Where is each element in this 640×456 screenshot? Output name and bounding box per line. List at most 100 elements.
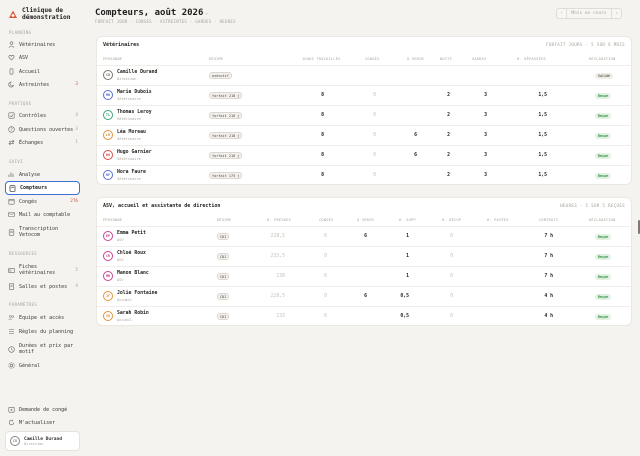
- chevron-down-icon[interactable]: ⌄: [205, 10, 208, 16]
- person-role: Vétérinaire: [117, 137, 141, 141]
- nav-count: 3: [75, 82, 78, 87]
- cell-contrats: 4 h: [544, 294, 553, 299]
- nav-demande-conge[interactable]: Demande de congé: [5, 405, 80, 414]
- column-header: JOURS TRAVAILLÉS: [302, 57, 341, 61]
- column-header: PERSONNE: [103, 57, 123, 61]
- table-row[interactable]: MB Manon Blanc ASV CDI 238 0 1 0 7 h Reçue: [97, 266, 633, 286]
- heart-icon: [8, 54, 15, 61]
- column-header: RÉGIME: [209, 57, 224, 61]
- cell-jours: 8: [321, 133, 324, 138]
- regime-pill[interactable]: CDI: [217, 293, 230, 300]
- table-row[interactable]: MD Marie Dubois Vétérinaire forfait 218 j 8 0…: [97, 85, 633, 105]
- cell-nuits: 2: [447, 133, 450, 138]
- person-name: Léa Moreau: [117, 130, 146, 135]
- nav-label: Échanges: [19, 139, 44, 146]
- nav-transcription[interactable]: Transcription Vetocom: [5, 224, 80, 240]
- card-title: ASV, accueil et assistante de direction: [103, 203, 221, 209]
- cell-heures: 1,5: [538, 113, 547, 118]
- nav-astreintes[interactable]: Astreintes 3: [5, 80, 80, 89]
- question-icon: ?: [8, 126, 15, 133]
- regime-label: CDI: [220, 234, 227, 239]
- current-month-button[interactable]: Mois en cours: [567, 8, 611, 19]
- table-row[interactable]: EP Emma Petit ASV CDI 228,5 0 6 1 0 7 h Reçue: [97, 226, 633, 246]
- previous-month-button[interactable]: ‹: [556, 8, 567, 19]
- regime-label: forfait 175 j: [212, 173, 240, 178]
- chevron-right-icon: ›: [615, 11, 618, 16]
- cell-nuits: 2: [447, 113, 450, 118]
- regime-pill[interactable]: CDI: [217, 273, 230, 280]
- table-row[interactable]: SR Sarah Robin Accueil CDI 233 0 0,5 0 4 h Reçue: [97, 306, 633, 326]
- nav-compteurs[interactable]: Compteurs: [5, 181, 80, 195]
- sidebar: Clinique de démonstration PLANNING Vétér…: [0, 0, 86, 456]
- calendar-icon: [8, 198, 15, 205]
- nav-equipe[interactable]: Equipe et accès: [5, 313, 80, 322]
- column-header: CONTRATS: [539, 218, 559, 222]
- regime-pill[interactable]: forfait 218 j: [209, 112, 243, 119]
- nav-label: Salles et postes: [19, 283, 68, 290]
- column-header: CONGÉS: [365, 57, 380, 61]
- card-meta: FORFAIT JOURS · 5 SUR 6 MOIS: [546, 42, 625, 47]
- table-row[interactable]: TL Thomas Leroy Vétérinaire forfait 218 j 8 0…: [97, 105, 633, 125]
- cell-jours: 8: [321, 153, 324, 158]
- cell-jours: 8: [321, 173, 324, 178]
- nav-asv[interactable]: ASV: [5, 53, 80, 62]
- table-row[interactable]: CR Chloé Roux ASV CDI 233,5 0 1 0 7 h Reçue: [97, 246, 633, 266]
- cell-heures: 1,5: [538, 153, 547, 158]
- section-planning: PLANNING: [9, 30, 32, 35]
- nav-label: Fiches vétérinaires: [19, 264, 56, 276]
- table-row[interactable]: JF Jolie Fontaine Accueil CDI 228,5 0 6 0,5 0 4 h…: [97, 286, 633, 306]
- cell-prevues: 233,5: [270, 254, 285, 259]
- nav-accueil[interactable]: Accueil: [5, 67, 80, 76]
- cell-conges: 0: [373, 133, 376, 138]
- regime-pill[interactable]: CDI: [217, 253, 230, 260]
- document-icon: [8, 228, 15, 236]
- regime-pill[interactable]: exécutif: [209, 72, 232, 79]
- gear-icon: [8, 362, 15, 369]
- regime-pill[interactable]: forfait 218 j: [209, 92, 243, 99]
- regime-pill[interactable]: forfait 218 j: [209, 132, 243, 139]
- cell-supp: 0,5: [400, 294, 409, 299]
- avatar: CR: [103, 251, 113, 261]
- nav-questions[interactable]: ? Questions ouvertes 3: [5, 125, 80, 134]
- regime-pill[interactable]: CDI: [217, 233, 230, 240]
- avatar: MD: [103, 90, 113, 100]
- table-row[interactable]: CD Camille Durand Direction exécutif Validé: [97, 65, 633, 85]
- user-card[interactable]: CD Camille Durand Direction: [5, 431, 80, 451]
- column-header: À VENIR: [357, 218, 374, 222]
- table-row[interactable]: NF Nora Faure Vétérinaire forfait 175 j 8 0 2 3…: [97, 165, 633, 185]
- cell-jours: 8: [321, 93, 324, 98]
- person-role: Vétérinaire: [117, 97, 141, 101]
- column-header: H. PAYÉES: [487, 218, 509, 222]
- cell-contrats: 7 h: [544, 274, 553, 279]
- avatar: NF: [103, 170, 113, 180]
- nav-mail[interactable]: Mail au comptable: [5, 210, 80, 219]
- nav-label: Accueil: [19, 68, 41, 75]
- cell-conges: 0: [373, 153, 376, 158]
- chart-icon: [8, 172, 14, 177]
- nav-general[interactable]: Général: [5, 361, 80, 370]
- nav-fiches[interactable]: Fiches vétérinaires 5: [5, 262, 80, 278]
- nav-regles[interactable]: Règles du planning: [5, 327, 80, 336]
- section-pratique: PRATIQUE: [9, 101, 32, 106]
- nav-controles[interactable]: Contrôles 4: [5, 111, 80, 120]
- status-badge: Reçue: [595, 254, 611, 260]
- nav-salles[interactable]: Salles et postes 4: [5, 282, 80, 291]
- table-row[interactable]: LM Léa Moreau Vétérinaire forfait 218 j 8 0 6 2…: [97, 125, 633, 145]
- nav-echanges[interactable]: Échanges 1: [5, 138, 80, 147]
- nav-conges[interactable]: Congés 276: [5, 197, 80, 206]
- brand[interactable]: Clinique de démonstration: [8, 7, 88, 21]
- asv-card: ASV, accueil et assistante de direction …: [96, 197, 633, 326]
- regime-pill[interactable]: forfait 218 j: [209, 152, 243, 159]
- cell-avenir: 6: [364, 234, 367, 239]
- user-avatar: CD: [10, 436, 20, 446]
- mail-icon: [8, 212, 15, 217]
- cell-prevues: 233: [276, 314, 285, 319]
- table-row[interactable]: HG Hugo Garnier Vétérinaire forfait 218 j 8 0…: [97, 145, 633, 165]
- next-month-button[interactable]: ›: [611, 8, 622, 19]
- regime-pill[interactable]: CDI: [217, 313, 230, 320]
- nav-analyse[interactable]: Analyse: [5, 170, 80, 179]
- nav-durees[interactable]: Durées et prix par motif: [5, 341, 80, 357]
- nav-actualiser[interactable]: M'actualiser: [5, 418, 80, 427]
- regime-pill[interactable]: forfait 175 j: [209, 172, 243, 179]
- nav-veterinaires[interactable]: Vétérinaires: [5, 40, 80, 49]
